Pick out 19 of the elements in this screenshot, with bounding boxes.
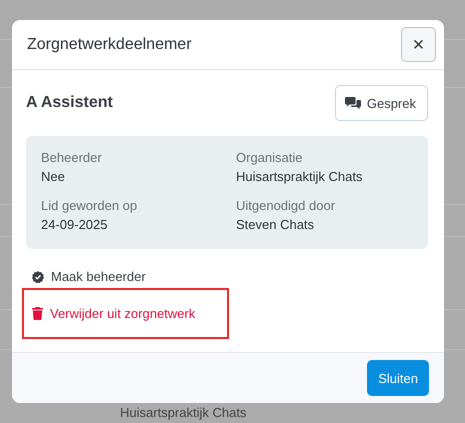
trash-icon	[32, 307, 43, 320]
table-cell: Huisartspraktijk Chats	[120, 405, 246, 420]
field-value: 24-09-2025	[41, 217, 108, 232]
make-admin-link[interactable]: Maak beheerder	[24, 267, 146, 286]
chat-icon	[344, 96, 361, 110]
field-label: Organisatie	[236, 150, 304, 165]
field-value: Huisartspraktijk Chats	[236, 169, 364, 184]
member-name: A Assistent	[26, 94, 113, 112]
field-label: Beheerder	[41, 150, 103, 165]
check-badge-icon	[32, 270, 44, 282]
field-value: Steven Chats	[236, 217, 316, 232]
close-dialog-button[interactable]: Sluiten	[367, 360, 429, 396]
remove-link[interactable]: Verwijder uit zorgnetwerk	[24, 304, 196, 323]
field-label: Uitgenodigd door	[236, 198, 336, 213]
field-value: Nee	[41, 169, 66, 184]
close-button[interactable]: ×	[401, 27, 436, 62]
field-label: Lid geworden op	[41, 198, 138, 213]
dialog-title: Zorgnetwerkdeelnemer	[27, 36, 192, 54]
chat-button[interactable]: Gesprek	[334, 85, 428, 121]
